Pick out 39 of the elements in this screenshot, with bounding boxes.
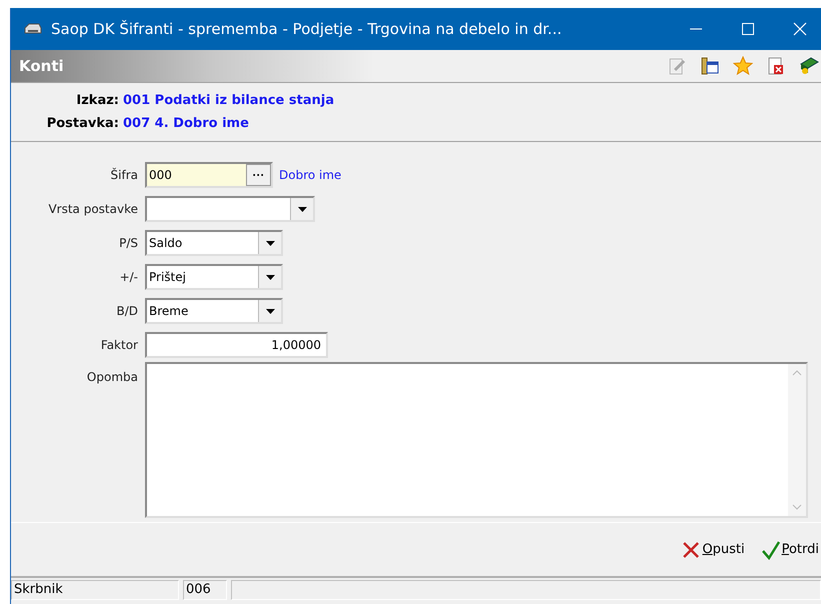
delete-document-icon[interactable] [766,56,786,76]
window-title: Saop DK Šifranti - sprememba - Podjetje - Trgovina na debelo in dr... [51,20,563,38]
columns-icon[interactable] [700,56,720,76]
maximize-icon[interactable] [741,22,755,36]
cross-icon [681,540,702,560]
status-cell: Skrbnik [11,580,179,600]
printer-icon [23,22,43,36]
dropdown-field[interactable]: Breme [145,298,283,324]
info-label: Izkaz: [75,92,119,110]
cancel-button[interactable]: Opusti [679,540,747,560]
dropdown-field[interactable] [145,196,315,222]
confirm-button[interactable]: Potrdi [758,540,821,560]
info-value: 001 Podatki iz bilance stanja [123,92,334,110]
code-field[interactable]: 000 ··· [145,162,273,188]
field-label: Vrsta postavke [47,202,139,216]
checkmark-icon [760,540,781,560]
status-cell: 006 [183,580,227,600]
dropdown-arrow-icon [266,308,274,314]
close-icon[interactable] [793,22,807,36]
dropdown-field[interactable]: Prištej [145,264,283,290]
number-field[interactable]: 1,00000 [145,332,328,358]
field-label: Šifra [110,168,139,182]
field-label: Faktor [100,338,139,352]
field-label: P/S [118,236,139,250]
field-label: B/D [115,304,139,318]
section-title: Konti [18,57,65,75]
field-label: Opomba [86,369,139,384]
dropdown-arrow-icon [298,206,306,212]
info-label: Postavka: [46,115,119,133]
dropdown-arrow-icon [266,274,274,280]
star-icon[interactable] [733,56,753,76]
help-book-icon[interactable] [799,56,819,76]
scroll-bar[interactable] [788,364,806,516]
field-label: +/- [118,270,139,284]
code-description: Dobro ime [278,168,342,182]
dropdown-field[interactable]: Saldo [145,230,283,256]
info-value: 007 4. Dobro ime [123,115,249,133]
dropdown-arrow-icon [266,240,274,246]
browse-button[interactable]: ··· [246,164,271,186]
